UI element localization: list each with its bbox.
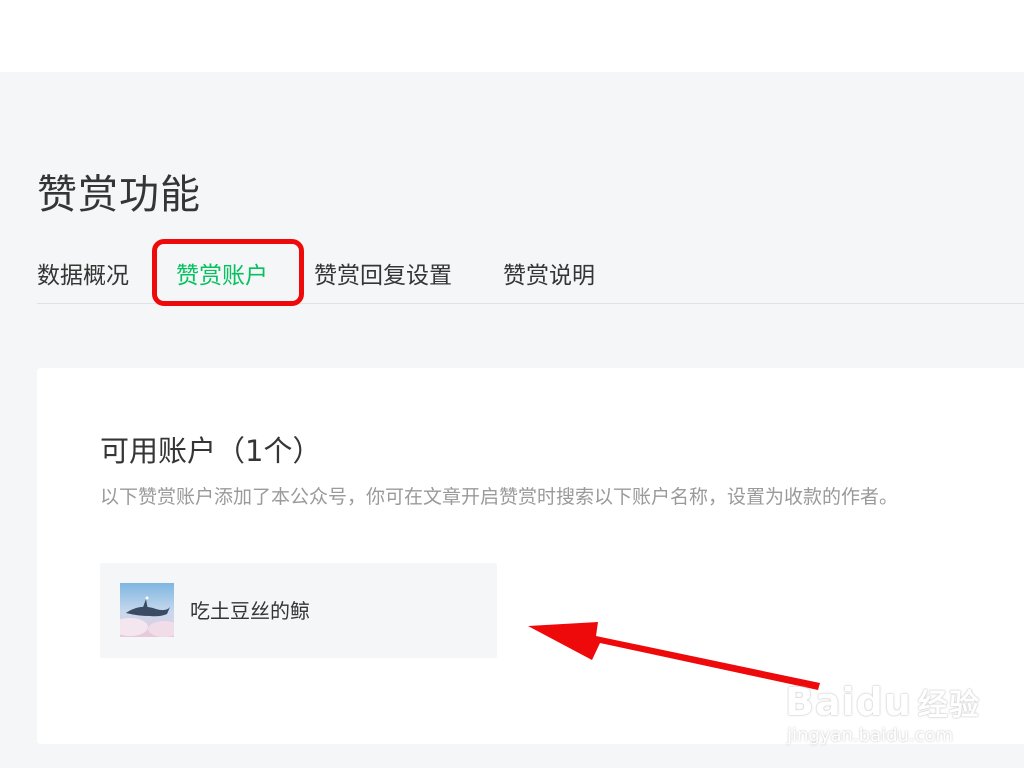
section-title: 可用账户（1个） bbox=[100, 434, 322, 468]
tab-reward-description[interactable]: 赞赏说明 bbox=[503, 256, 595, 290]
tab-reward-account[interactable]: 赞赏账户 bbox=[176, 256, 268, 290]
page-title: 赞赏功能 bbox=[37, 172, 201, 218]
top-bar bbox=[0, 0, 1024, 72]
section-description: 以下赞赏账户添加了本公众号，你可在文章开启赞赏时搜索以下账户名称，设置为收款的作… bbox=[100, 486, 899, 508]
tab-bar: 数据概况 赞赏账户 赞赏回复设置 赞赏说明 bbox=[37, 248, 1024, 304]
account-name: 吃土豆丝的鲸 bbox=[190, 599, 310, 623]
tab-reward-reply-settings[interactable]: 赞赏回复设置 bbox=[314, 256, 452, 290]
tab-data-overview[interactable]: 数据概况 bbox=[37, 256, 129, 290]
whale-avatar-icon bbox=[120, 583, 174, 637]
account-list-item[interactable]: 吃土豆丝的鲸 bbox=[100, 563, 497, 658]
accounts-card: 可用账户（1个） 以下赞赏账户添加了本公众号，你可在文章开启赞赏时搜索以下账户名… bbox=[37, 368, 1024, 744]
